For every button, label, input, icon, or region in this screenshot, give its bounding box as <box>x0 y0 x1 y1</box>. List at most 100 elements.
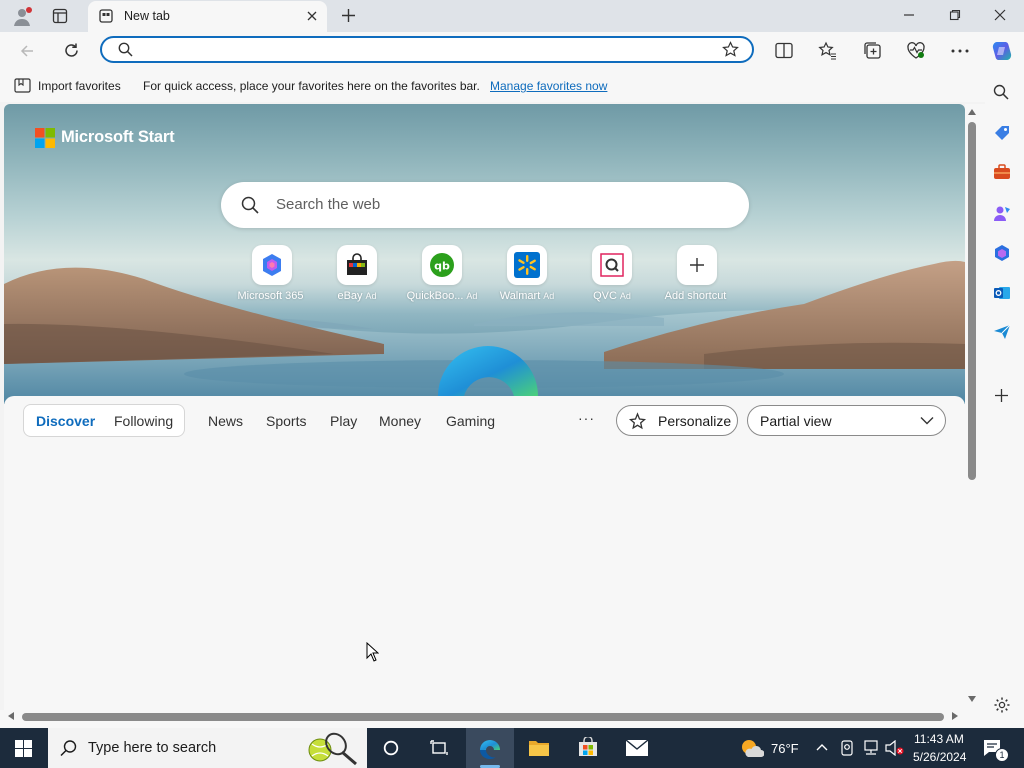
address-bar[interactable] <box>100 36 754 63</box>
tab-money[interactable]: Money <box>379 413 421 429</box>
sidebar-search-icon[interactable] <box>993 84 1009 100</box>
shortcut-qvc[interactable]: QVC Ad <box>574 245 650 302</box>
qvc-icon <box>592 245 632 285</box>
manage-favorites-link[interactable]: Manage favorites now <box>490 79 607 93</box>
sparkle-star-icon <box>628 412 647 431</box>
plus-icon <box>677 245 717 285</box>
web-search-box[interactable]: Search the web <box>221 182 749 228</box>
tab-actions-icon[interactable] <box>52 8 68 24</box>
import-favorites-button[interactable]: Import favorites <box>38 79 121 93</box>
weather-temperature[interactable]: 76°F <box>771 741 799 756</box>
search-icon <box>60 739 78 757</box>
horizontal-scroll-thumb[interactable] <box>22 713 944 721</box>
search-placeholder: Search the web <box>276 196 381 213</box>
tab-gaming[interactable]: Gaming <box>446 413 495 429</box>
address-input[interactable] <box>138 40 702 62</box>
close-window-icon[interactable] <box>994 9 1006 21</box>
windows-taskbar: Type here to search 76°F 11:43 AM 5/26/2… <box>0 728 1024 768</box>
tab-play[interactable]: Play <box>330 413 357 429</box>
navigation-toolbar <box>0 32 1024 70</box>
taskbar-store-button[interactable] <box>564 728 612 768</box>
shortcut-label: Walmart <box>499 290 541 302</box>
tools-briefcase-icon[interactable] <box>993 164 1011 180</box>
microsoft-365-icon <box>252 245 292 285</box>
shortcut-quickbooks[interactable]: qb QuickBoo... Ad <box>404 245 480 302</box>
shortcut-label: QVC <box>593 290 617 302</box>
refresh-icon[interactable] <box>63 42 80 59</box>
horizontal-scrollbar[interactable] <box>0 710 985 728</box>
personalize-button[interactable]: Personalize <box>616 405 738 436</box>
microsoft-store-icon <box>578 737 598 757</box>
tab-discover[interactable]: Discover <box>36 413 95 429</box>
scroll-right-icon[interactable] <box>952 712 958 720</box>
show-hidden-icons-chevron-icon[interactable] <box>816 743 828 751</box>
outlook-icon[interactable] <box>993 284 1011 302</box>
collections-icon[interactable] <box>863 41 882 60</box>
more-options-icon[interactable] <box>951 49 969 53</box>
new-tab-plus-icon[interactable] <box>341 8 356 23</box>
shortcut-walmart[interactable]: Walmart Ad <box>489 245 565 302</box>
scroll-down-icon[interactable] <box>968 696 976 702</box>
title-bar: New tab <box>0 0 1024 32</box>
tab-sports[interactable]: Sports <box>266 413 306 429</box>
microsoft-365-sidebar-icon[interactable] <box>993 244 1011 262</box>
new-tab-page-icon <box>99 9 113 23</box>
back-arrow-icon[interactable] <box>19 43 35 59</box>
taskbar-edge-button[interactable] <box>466 728 514 768</box>
taskbar-file-explorer-button[interactable] <box>515 728 563 768</box>
shortcut-add[interactable]: Add shortcut <box>659 245 735 302</box>
microsoft-logo-icon <box>35 128 55 148</box>
games-icon[interactable] <box>993 204 1011 222</box>
shopping-tag-icon[interactable] <box>993 124 1011 142</box>
network-icon[interactable] <box>862 740 880 756</box>
svg-text:qb: qb <box>434 260 450 273</box>
weather-partly-sunny-icon[interactable] <box>740 738 764 758</box>
walmart-icon <box>507 245 547 285</box>
view-mode-select[interactable]: Partial view <box>747 405 946 436</box>
minimize-icon[interactable] <box>903 9 915 21</box>
edge-sidebar <box>985 70 1024 728</box>
tab-news[interactable]: News <box>208 413 243 429</box>
taskbar-search-placeholder: Type here to search <box>88 740 217 756</box>
shortcut-ebay[interactable]: eBay Ad <box>319 245 395 302</box>
add-sidebar-app-icon[interactable] <box>994 388 1009 403</box>
send-drop-icon[interactable] <box>993 324 1011 340</box>
taskbar-search-box[interactable]: Type here to search <box>48 728 367 768</box>
cortana-button[interactable] <box>367 728 415 768</box>
more-tabs-button[interactable]: ··· <box>578 410 595 426</box>
scroll-left-icon[interactable] <box>8 712 14 720</box>
search-icon <box>241 196 259 214</box>
favorite-star-icon[interactable] <box>722 41 739 58</box>
tab-following[interactable]: Following <box>114 413 173 429</box>
taskbar-mail-button[interactable] <box>613 728 661 768</box>
task-view-icon <box>430 740 448 756</box>
close-tab-icon[interactable] <box>306 10 318 22</box>
favorites-bar-message: For quick access, place your favorites h… <box>143 79 480 93</box>
tab-new-tab[interactable]: New tab <box>88 1 327 32</box>
volume-muted-icon[interactable] <box>885 740 905 756</box>
clock-date[interactable]: 5/26/2024 <box>913 750 966 764</box>
tennis-racket-illustration-icon <box>304 730 360 766</box>
microsoft-start-brand[interactable]: Microsoft Start <box>61 128 175 147</box>
ad-label: Ad <box>619 291 631 301</box>
favorites-icon[interactable] <box>818 41 837 60</box>
profile-icon[interactable] <box>12 6 34 28</box>
split-screen-icon[interactable] <box>775 42 793 59</box>
scroll-up-icon[interactable] <box>968 109 976 115</box>
sidebar-settings-gear-icon[interactable] <box>993 696 1011 714</box>
clock-time[interactable]: 11:43 AM <box>914 732 964 746</box>
meet-now-camera-icon[interactable] <box>840 740 854 756</box>
restore-icon[interactable] <box>949 9 961 21</box>
task-view-button[interactable] <box>415 728 463 768</box>
mouse-pointer-icon <box>366 642 379 662</box>
mail-envelope-icon <box>626 740 648 756</box>
vertical-scroll-thumb[interactable] <box>968 122 976 480</box>
shortcut-label: QuickBoo... <box>406 290 464 302</box>
copilot-icon[interactable] <box>990 39 1014 63</box>
shortcut-microsoft-365[interactable]: Microsoft 365 <box>234 245 310 302</box>
feed-panel: Discover Following News Sports Play Mone… <box>4 396 965 710</box>
vertical-scrollbar[interactable] <box>965 104 985 710</box>
browser-essentials-icon[interactable] <box>906 41 926 60</box>
ebay-icon <box>337 245 377 285</box>
windows-start-icon[interactable] <box>15 740 32 757</box>
